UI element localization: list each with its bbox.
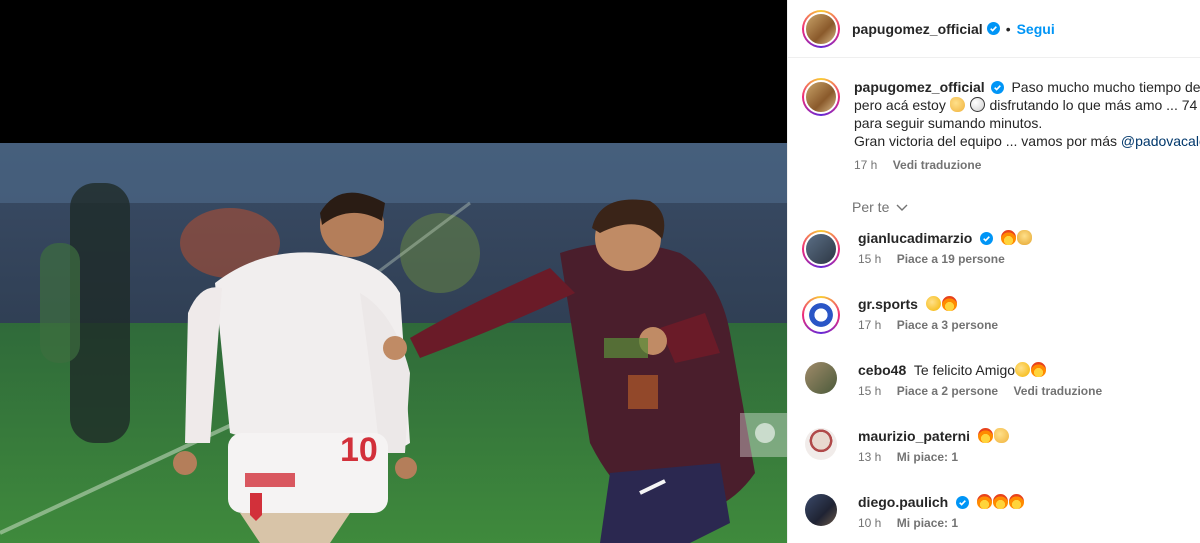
fire-emoji-icon [977, 494, 993, 509]
commenter-username[interactable]: diego.paulich [858, 494, 948, 510]
clapping-hands-emoji-icon [925, 296, 941, 311]
sort-label: Per te [852, 199, 890, 215]
instagram-post-view: 10 papugomez_official • Segui papugomez_… [0, 0, 1200, 543]
comment-likes[interactable]: Piace a 19 persone [897, 252, 1005, 266]
comment-timestamp[interactable]: 15 h [858, 384, 881, 398]
comment-item: gianlucadimarzio 15 h Piace a 19 persone [802, 228, 1200, 294]
follow-button[interactable]: Segui [1017, 21, 1055, 37]
verified-badge-icon [990, 81, 1004, 94]
author-username[interactable]: papugomez_official [852, 21, 983, 37]
comment-likes[interactable]: Mi piace: 1 [897, 516, 958, 530]
clapping-hands-emoji-icon [1015, 362, 1031, 377]
post-photo: 10 [0, 143, 787, 543]
caption-translate-button[interactable]: Vedi traduzione [893, 158, 982, 172]
commenter-avatar[interactable] [805, 494, 837, 526]
verified-badge-icon [956, 496, 970, 509]
caption-mention-link[interactable]: @padovacalc [1121, 133, 1200, 149]
comment-likes[interactable]: Mi piace: 1 [897, 450, 958, 464]
comment-item: maurizio_paterni 13 h Mi piace: 1 [802, 426, 1200, 492]
soccer-ball-emoji-icon [969, 97, 985, 112]
verified-badge-icon [980, 232, 994, 245]
commenter-avatar[interactable] [802, 296, 840, 334]
flexed-biceps-emoji-icon [993, 428, 1009, 443]
comments-list: gianlucadimarzio 15 h Piace a 19 persone [802, 228, 1200, 543]
post-header: papugomez_official • Segui [788, 0, 1200, 58]
caption-timestamp[interactable]: 17 h [854, 158, 877, 172]
post-media[interactable]: 10 [0, 0, 787, 543]
comment-timestamp[interactable]: 13 h [858, 450, 881, 464]
verified-badge-icon [986, 22, 1000, 35]
comment-item: gr.sports 17 h Piace a 3 persone [802, 294, 1200, 360]
caption-author-avatar[interactable] [802, 78, 840, 116]
flexed-biceps-emoji-icon [949, 97, 965, 112]
fire-emoji-icon [1009, 494, 1025, 509]
comment-timestamp[interactable]: 17 h [858, 318, 881, 332]
author-avatar[interactable] [802, 9, 840, 48]
fire-emoji-icon [1001, 230, 1017, 245]
fire-emoji-icon [1031, 362, 1047, 377]
caption-text: papugomez_official Paso mucho mucho tiem… [854, 78, 1200, 150]
fire-emoji-icon [977, 428, 993, 443]
caption-meta: 17 h Vedi traduzione [854, 158, 1200, 172]
svg-text:10: 10 [340, 431, 378, 469]
comment-likes[interactable]: Piace a 2 persone [897, 384, 998, 398]
chevron-down-icon [896, 204, 908, 211]
fire-emoji-icon [993, 494, 1009, 509]
comment-timestamp[interactable]: 10 h [858, 516, 881, 530]
commenter-avatar[interactable] [805, 362, 837, 394]
commenter-username[interactable]: gianlucadimarzio [858, 230, 972, 246]
caption-line-3: disfrutando lo que más amo ... 74 [989, 97, 1198, 113]
comment-timestamp[interactable]: 15 h [858, 252, 881, 266]
football-photo: 10 [0, 143, 787, 543]
commenter-avatar[interactable] [805, 428, 837, 460]
caption-line-2: pero acá estoy [854, 97, 946, 113]
sort-comments-dropdown[interactable]: Per te [852, 199, 908, 215]
comment-translate-button[interactable]: Vedi traduzione [1013, 384, 1102, 398]
commenter-username[interactable]: gr.sports [858, 296, 918, 312]
caption-line-1: Paso mucho mucho tiempo de la [1011, 79, 1200, 95]
commenter-avatar[interactable] [802, 230, 840, 268]
raising-hands-emoji-icon [1017, 230, 1033, 245]
comment-text: Te felicito Amigo [913, 362, 1016, 378]
header-separator: • [1005, 20, 1011, 37]
comment-item: cebo48 Te felicito Amigo 15 h Piace a 2 … [802, 360, 1200, 426]
comment-likes[interactable]: Piace a 3 persone [897, 318, 998, 332]
post-sidebar: papugomez_official • Segui papugomez_off… [787, 0, 1200, 543]
commenter-username[interactable]: maurizio_paterni [858, 428, 970, 444]
post-caption: papugomez_official Paso mucho mucho tiem… [802, 78, 1200, 172]
commenter-username[interactable]: cebo48 [858, 362, 906, 378]
fire-emoji-icon [941, 296, 957, 311]
caption-line-5: Gran victoria del equipo ... vamos por m… [854, 133, 1118, 149]
caption-line-4: para seguir sumando minutos. [854, 115, 1043, 131]
comment-item: diego.paulich 10 h Mi piace: 1 [802, 492, 1200, 543]
caption-author-username[interactable]: papugomez_official [854, 79, 985, 95]
